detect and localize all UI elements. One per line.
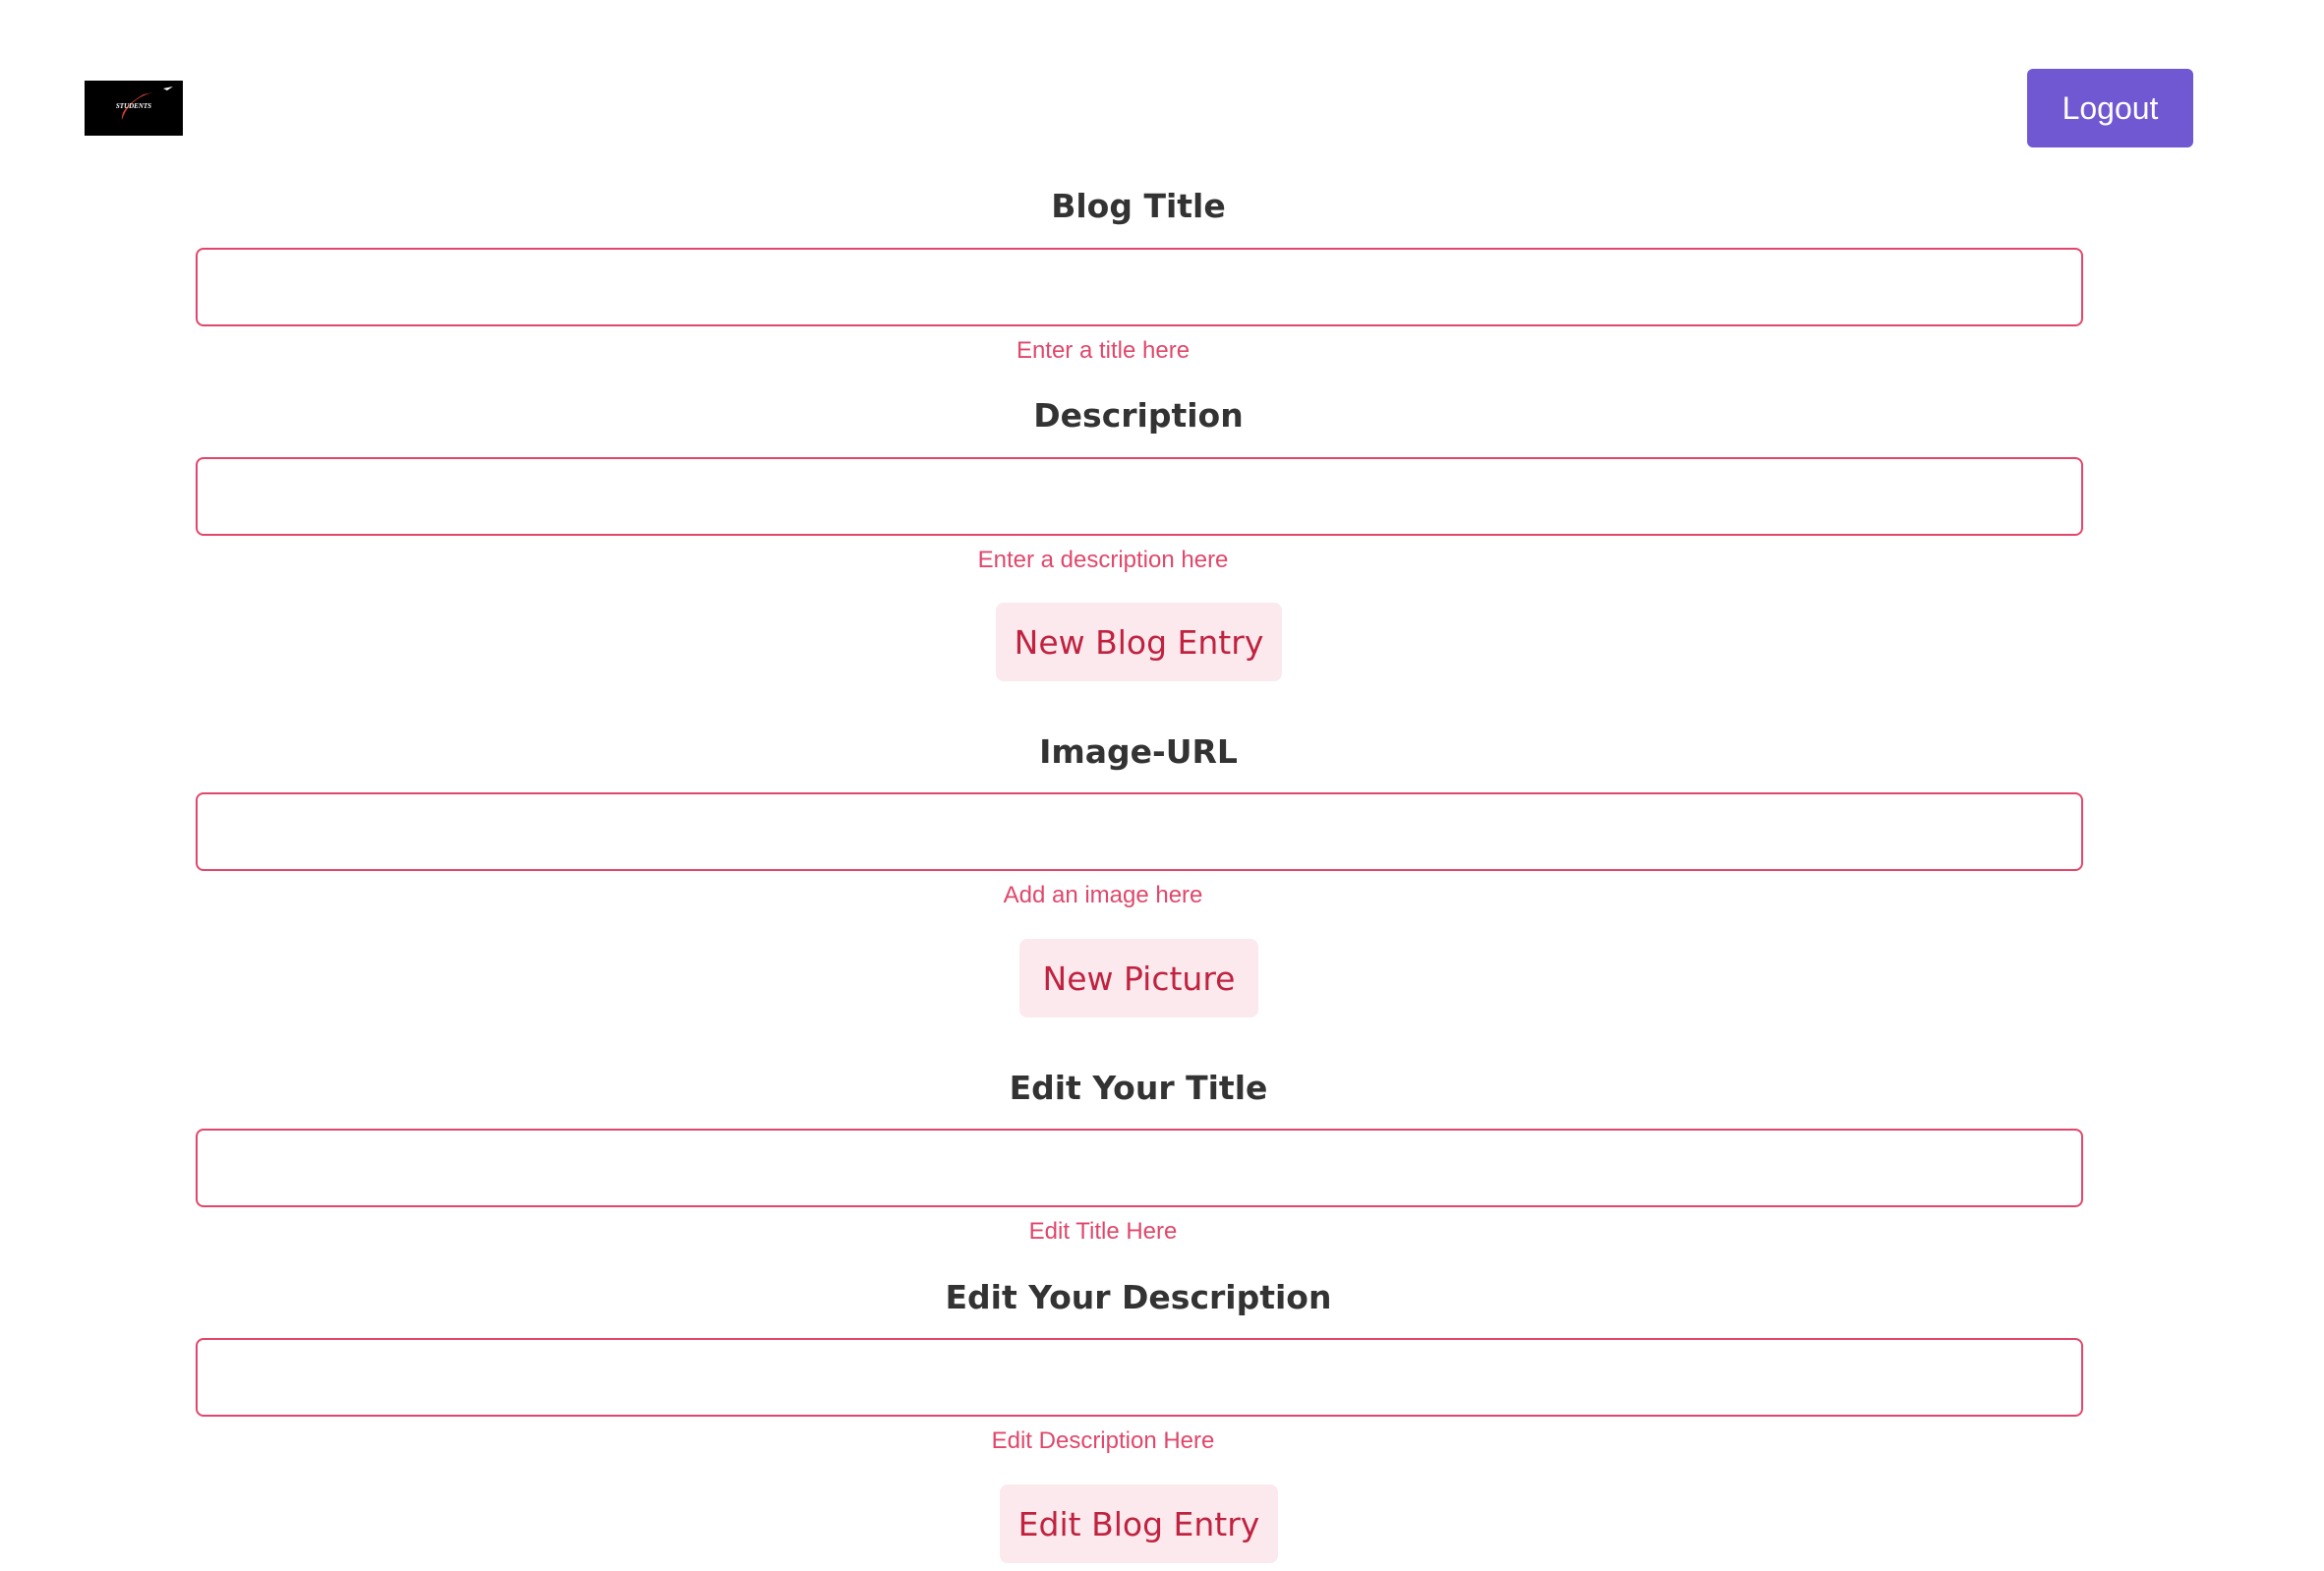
- blog-title-input[interactable]: [196, 248, 2083, 326]
- edit-description-label: Edit Your Description: [945, 1278, 1332, 1316]
- image-url-input[interactable]: [196, 792, 2083, 871]
- logo: STUDENTS: [85, 81, 183, 136]
- svg-text:STUDENTS: STUDENTS: [116, 102, 151, 110]
- blog-title-helper: Enter a title here: [1016, 337, 1191, 364]
- edit-title-label: Edit Your Title: [1009, 1069, 1268, 1107]
- image-url-label: Image-URL: [1039, 732, 1238, 771]
- edit-blog-entry-button[interactable]: Edit Blog Entry: [1000, 1484, 1278, 1563]
- students-logo-icon: STUDENTS: [116, 87, 173, 120]
- image-url-helper: Add an image here: [1003, 882, 1203, 908]
- edit-description-helper: Edit Description Here: [991, 1427, 1215, 1454]
- blog-title-label: Blog Title: [1051, 187, 1226, 225]
- edit-title-helper: Edit Title Here: [1028, 1218, 1178, 1245]
- description-helper: Enter a description here: [977, 547, 1229, 573]
- new-picture-button[interactable]: New Picture: [1019, 939, 1258, 1018]
- edit-description-input[interactable]: [196, 1338, 2083, 1417]
- new-blog-entry-button[interactable]: New Blog Entry: [996, 603, 1282, 681]
- edit-title-input[interactable]: [196, 1129, 2083, 1207]
- logout-button[interactable]: Logout: [2027, 69, 2193, 147]
- description-input[interactable]: [196, 457, 2083, 536]
- description-label: Description: [1033, 396, 1244, 435]
